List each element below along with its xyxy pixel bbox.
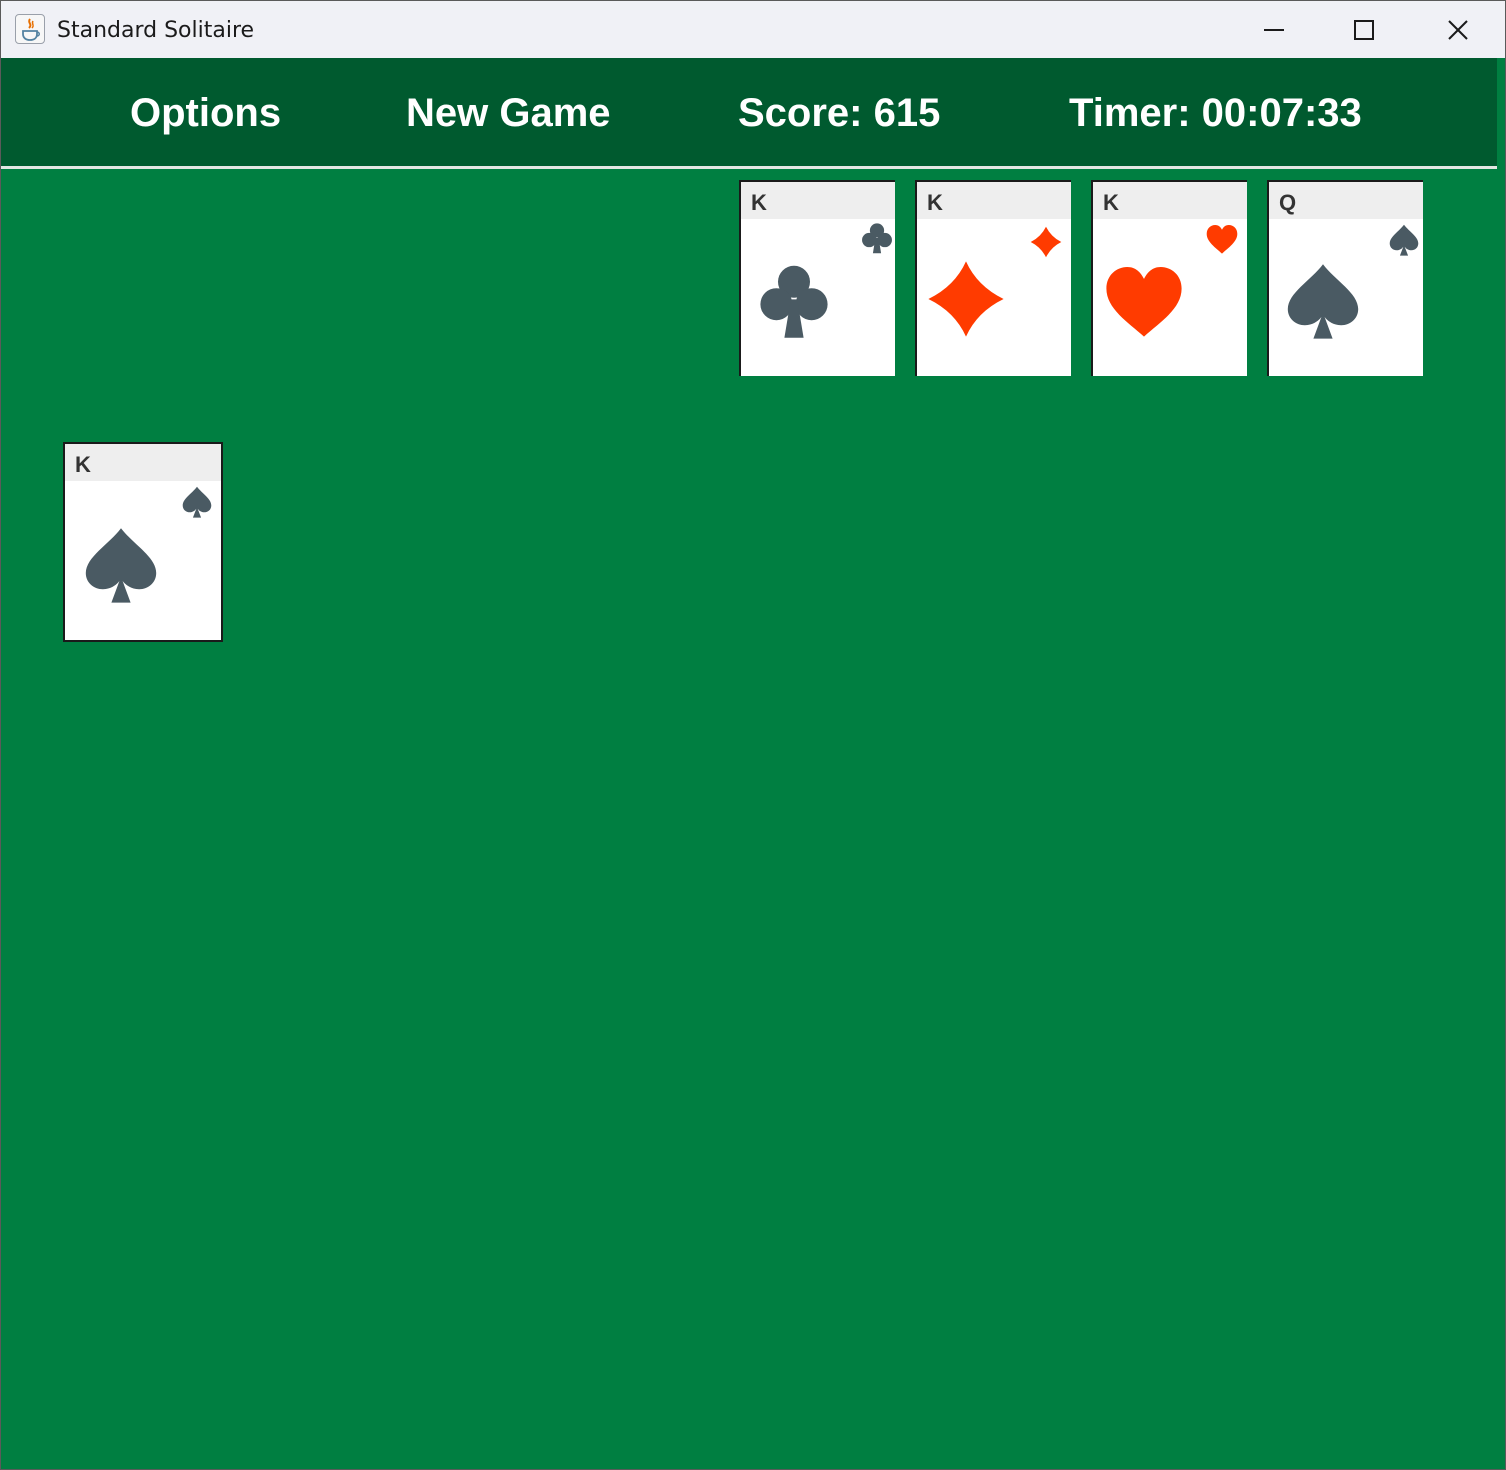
new-game-button[interactable]: New Game	[406, 58, 611, 166]
diamonds-icon	[928, 261, 1004, 337]
tableau-card-king-spades[interactable]: K	[63, 442, 223, 642]
spades-icon	[1389, 224, 1419, 256]
hearts-icon	[1206, 225, 1238, 254]
minimize-icon	[1264, 28, 1284, 31]
maximize-icon	[1354, 19, 1374, 40]
close-icon	[1448, 19, 1468, 40]
spades-icon	[1287, 264, 1359, 339]
window-title: Standard Solitaire	[57, 18, 255, 43]
card-rank: K	[1103, 190, 1119, 215]
toolbar-divider	[1, 166, 1497, 169]
foundation-hearts-card[interactable]: K	[1091, 180, 1247, 376]
toolbar-edge	[1497, 58, 1505, 169]
card-rank: Q	[1279, 190, 1297, 215]
card-rank: K	[75, 452, 91, 477]
minimize-button[interactable]	[1229, 1, 1319, 58]
solitaire-window: Standard Solitaire Options New Game Scor…	[0, 0, 1506, 1470]
foundation-spades-card[interactable]: Q	[1267, 180, 1423, 376]
spades-icon	[182, 486, 212, 518]
close-button[interactable]	[1413, 1, 1503, 58]
spades-icon	[85, 528, 157, 603]
maximize-button[interactable]	[1319, 1, 1409, 58]
options-button[interactable]: Options	[130, 58, 281, 166]
foundation-clubs-card[interactable]: K	[739, 180, 895, 376]
hearts-icon	[1106, 267, 1182, 337]
clubs-icon	[862, 223, 892, 254]
foundation-diamonds-card[interactable]: K	[915, 180, 1071, 376]
title-bar: Standard Solitaire	[1, 1, 1505, 58]
card-rank: K	[927, 190, 943, 215]
diamonds-icon	[1030, 226, 1062, 258]
clubs-icon	[760, 265, 828, 338]
java-app-icon	[15, 14, 45, 44]
card-rank: K	[751, 190, 767, 215]
score-display: Score: 615	[738, 91, 941, 135]
timer-display: Timer: 00:07:33	[1069, 91, 1362, 135]
